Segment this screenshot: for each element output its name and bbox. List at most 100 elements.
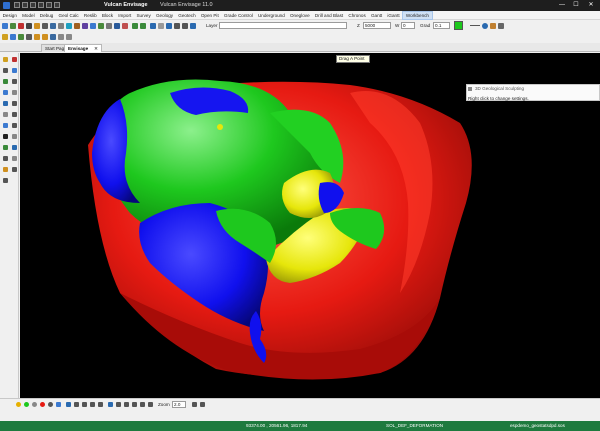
plan-view-icon[interactable] (108, 402, 113, 407)
polygon-icon[interactable] (26, 34, 32, 40)
edit-icon[interactable] (34, 23, 40, 29)
menu-geol-calc[interactable]: Geol Calc (56, 11, 81, 20)
text-tool-icon[interactable] (3, 134, 8, 139)
zoom-in-icon[interactable] (74, 402, 79, 407)
layer-select[interactable] (219, 22, 347, 29)
open-icon[interactable] (10, 23, 16, 29)
zoom-icon[interactable] (98, 23, 104, 29)
view-north-icon[interactable] (124, 402, 129, 407)
folder-open-icon[interactable] (42, 34, 48, 40)
settings-icon[interactable] (182, 23, 188, 29)
menu-igantt[interactable]: iGantt (385, 11, 402, 20)
move-icon[interactable] (66, 23, 72, 29)
select-icon[interactable] (58, 23, 64, 29)
sphere-grey-icon[interactable] (32, 402, 37, 407)
new-icon[interactable] (2, 23, 8, 29)
rotate-icon[interactable] (74, 23, 80, 29)
close-button[interactable]: ✕ (585, 1, 597, 10)
line-tool-icon[interactable] (3, 79, 8, 84)
menu-reslib[interactable]: Reslib (81, 11, 99, 20)
view-west-icon[interactable] (148, 402, 153, 407)
rectangle-tool-icon[interactable] (3, 101, 8, 106)
layer-icon[interactable] (50, 34, 56, 40)
sculpting-panel[interactable]: 3D Geological Sculpting Right click to c… (466, 84, 600, 101)
new-file-icon[interactable] (14, 2, 20, 8)
sphere-red-icon[interactable] (40, 402, 45, 407)
3d-viewport[interactable]: Drag A Point 3D Geological Sculpting Rig… (20, 53, 600, 398)
move-tool-icon[interactable] (12, 68, 17, 73)
table-icon[interactable] (66, 34, 72, 40)
tab-envisage[interactable]: Envisage ✕ (64, 44, 103, 52)
zoom-out-icon[interactable] (82, 402, 87, 407)
attributes-icon[interactable] (498, 23, 504, 29)
save-view-icon[interactable] (166, 23, 172, 29)
circle-tool-icon[interactable] (3, 123, 8, 128)
pattern-icon[interactable] (490, 23, 496, 29)
mirror-tool-icon[interactable] (3, 178, 8, 183)
attributes-tool-icon[interactable] (12, 156, 17, 161)
menu-geology[interactable]: Geology (153, 11, 175, 20)
menu-gantt[interactable]: Gantt (368, 11, 384, 20)
reset-view-icon[interactable] (200, 402, 205, 407)
scale-tool-icon[interactable] (3, 156, 8, 161)
folder-icon[interactable] (34, 34, 40, 40)
menu-drill-and-blast[interactable]: Drill and Blast (312, 11, 346, 20)
lighting-icon[interactable] (56, 402, 61, 407)
pan-icon[interactable] (106, 23, 112, 29)
menu-design[interactable]: Design (0, 11, 20, 20)
menu-grade-control[interactable]: Grade Control (221, 11, 255, 20)
geological-surface[interactable] (20, 53, 600, 398)
grid-tool-icon[interactable] (12, 134, 17, 139)
pencil-icon[interactable] (2, 34, 8, 40)
menu-import[interactable]: Import (116, 11, 134, 20)
menu-oneglove[interactable]: Oneglove (287, 11, 312, 20)
minimize-button[interactable]: — (556, 1, 568, 10)
line-icon[interactable] (18, 34, 24, 40)
copy-tool-icon[interactable] (12, 123, 17, 128)
curve-tool-icon[interactable] (12, 90, 17, 95)
edit-tool-icon[interactable] (12, 167, 17, 172)
paste-icon[interactable] (50, 23, 56, 29)
zoom-extents-icon[interactable] (66, 402, 71, 407)
sphere-dark-icon[interactable] (48, 402, 53, 407)
redo-tool-icon[interactable] (140, 23, 146, 29)
open-file-icon[interactable] (22, 2, 28, 8)
menu-geotech[interactable]: Geotech (176, 11, 199, 20)
help-icon[interactable] (190, 23, 196, 29)
section-view-icon[interactable] (116, 402, 121, 407)
menu-model[interactable]: Model (20, 11, 38, 20)
maximize-button[interactable]: ☐ (570, 1, 582, 10)
view-east-icon[interactable] (132, 402, 137, 407)
layer-tool-icon[interactable] (3, 167, 8, 172)
stop-icon[interactable] (122, 23, 128, 29)
save-icon[interactable] (30, 2, 36, 8)
menu-open-pit[interactable]: Open Pit (198, 11, 221, 20)
polygon-tool-icon[interactable] (12, 101, 17, 106)
grid-icon[interactable] (58, 34, 64, 40)
menu-chronos[interactable]: Chronos (346, 11, 369, 20)
menu-block[interactable]: Block (99, 11, 115, 20)
undo-icon[interactable] (38, 2, 44, 8)
pencil-tool-icon[interactable] (3, 57, 8, 62)
menu-debug[interactable]: Debug (37, 11, 56, 20)
info-icon[interactable] (482, 23, 488, 29)
menu-underground[interactable]: Underground (255, 11, 287, 20)
eyedropper-tool-icon[interactable] (12, 145, 17, 150)
undo-tool-icon[interactable] (132, 23, 138, 29)
pan-view-icon[interactable] (90, 402, 95, 407)
fit-icon[interactable] (192, 402, 197, 407)
delete-icon[interactable] (18, 23, 24, 29)
select-tool-icon[interactable] (3, 68, 8, 73)
snap-tool-icon[interactable] (12, 112, 17, 117)
copy-icon[interactable] (42, 23, 48, 29)
redo-icon[interactable] (46, 2, 52, 8)
rotate-view-icon[interactable] (98, 402, 103, 407)
w-field[interactable]: 0 (401, 22, 415, 29)
measure-tool-icon[interactable] (3, 145, 8, 150)
tab-envisage-close-icon[interactable]: ✕ (94, 46, 98, 51)
arc-tool-icon[interactable] (3, 112, 8, 117)
rotate-tool-icon[interactable] (12, 79, 17, 84)
scale-icon[interactable] (82, 23, 88, 29)
refresh-icon[interactable] (114, 23, 120, 29)
zoom-field[interactable]: 2.0 (172, 401, 186, 408)
